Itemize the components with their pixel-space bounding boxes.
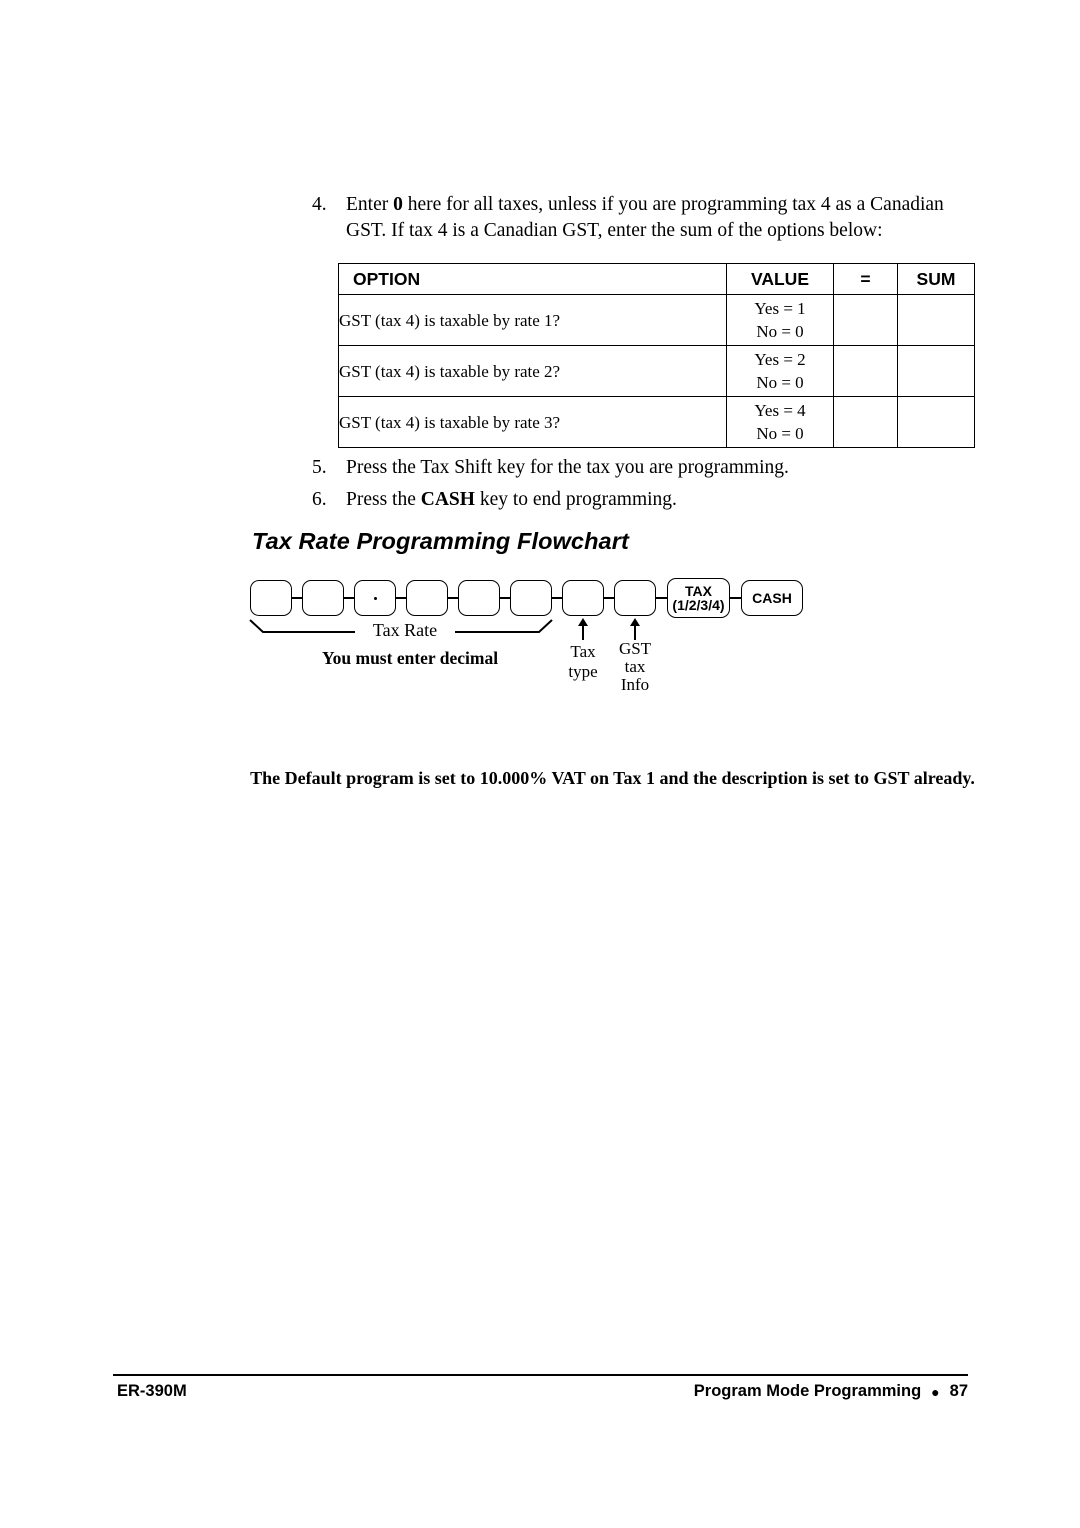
table-header-row: OPTION VALUE = SUM xyxy=(338,263,975,295)
key-gst-tax-info[interactable] xyxy=(614,580,656,616)
key-digit-3[interactable] xyxy=(406,580,448,616)
value-no: No = 0 xyxy=(756,424,804,443)
cell-equals[interactable] xyxy=(833,396,898,448)
annotation-gst-line2: tax xyxy=(624,657,646,676)
step4-text-after: here for all taxes, unless if you are pr… xyxy=(346,194,944,241)
annotation-tax-type-line1: Tax xyxy=(570,642,596,661)
key-tax-type[interactable] xyxy=(562,580,604,616)
footer-page-number: 87 xyxy=(949,1382,968,1400)
cell-sum[interactable] xyxy=(897,396,975,448)
footer-divider xyxy=(113,1374,968,1377)
document-page: 4. Enter 0 here for all taxes, unless if… xyxy=(0,0,1080,1528)
key-digit-5[interactable] xyxy=(510,580,552,616)
default-program-note: The Default program is set to 10.000% VA… xyxy=(250,768,975,788)
cell-sum[interactable] xyxy=(897,294,975,346)
tax-rate-flowchart: TAX (1/2/3/4) CASH Tax Rate You must ent… xyxy=(245,570,845,695)
step-item-4: 4. Enter 0 here for all taxes, unless if… xyxy=(312,192,972,244)
column-header-value: VALUE xyxy=(726,263,834,295)
cell-value: Yes = 1 No = 0 xyxy=(726,294,834,346)
connector xyxy=(656,597,667,599)
table-row: GST (tax 4) is taxable by rate 1? Yes = … xyxy=(338,294,975,346)
annotation-tax-type-line2: type xyxy=(568,662,598,681)
annotation-gst-tax-info: GST tax Info xyxy=(605,640,665,694)
cell-sum[interactable] xyxy=(897,345,975,397)
cell-option: GST (tax 4) is taxable by rate 2? xyxy=(338,345,727,397)
step-number: 6. xyxy=(312,489,327,510)
step6-text-before: Press the xyxy=(346,489,421,510)
step6-bold-key: CASH xyxy=(420,489,475,510)
cell-option: GST (tax 4) is taxable by rate 3? xyxy=(338,396,727,448)
key-tax-shift-line1: TAX xyxy=(685,583,712,599)
key-digit-2[interactable] xyxy=(302,580,344,616)
key-digit-4[interactable] xyxy=(458,580,500,616)
decimal-dot-icon xyxy=(373,596,377,600)
key-cash[interactable]: CASH xyxy=(741,580,803,616)
flowchart-heading: Tax Rate Programming Flowchart xyxy=(252,528,629,554)
gst-option-table: OPTION VALUE = SUM GST (tax 4) is taxabl… xyxy=(338,263,975,448)
cell-value: Yes = 2 No = 0 xyxy=(726,345,834,397)
key-tax-shift[interactable]: TAX (1/2/3/4) xyxy=(667,578,730,618)
footer-right-group: Program Mode Programming ● 87 xyxy=(694,1382,968,1401)
step4-bold-value: 0 xyxy=(393,194,403,215)
annotation-tax-type: Tax type xyxy=(553,642,613,682)
annotation-gst-line3: Info xyxy=(620,675,650,694)
table-row: GST (tax 4) is taxable by rate 2? Yes = … xyxy=(338,345,975,397)
decimal-entry-note: You must enter decimal xyxy=(321,648,499,668)
column-header-option: OPTION xyxy=(338,263,727,295)
column-header-sum: SUM xyxy=(897,263,975,295)
key-decimal-point[interactable] xyxy=(354,580,396,616)
bullet-icon: ● xyxy=(931,1383,940,1400)
step-item-6: 6. Press the CASH key to end programming… xyxy=(312,487,972,513)
key-cash-label: CASH xyxy=(752,590,792,606)
column-header-equals: = xyxy=(833,263,898,295)
cell-equals[interactable] xyxy=(833,345,898,397)
value-no: No = 0 xyxy=(756,373,804,392)
key-tax-shift-line2: (1/2/3/4) xyxy=(672,597,725,613)
step-number: 5. xyxy=(312,457,327,478)
key-digit-1[interactable] xyxy=(250,580,292,616)
annotation-gst-line1: GST xyxy=(618,639,652,658)
step-item-5: 5. Press the Tax Shift key for the tax y… xyxy=(312,455,972,481)
footer-model-name: ER-390M xyxy=(117,1382,187,1400)
value-yes: Yes = 4 xyxy=(754,401,806,420)
cell-equals[interactable] xyxy=(833,294,898,346)
step-text: Press the Tax Shift key for the tax you … xyxy=(346,457,789,478)
value-yes: Yes = 2 xyxy=(754,350,806,369)
up-arrow-icon-tax-type xyxy=(578,618,588,640)
table-row: GST (tax 4) is taxable by rate 3? Yes = … xyxy=(338,396,975,448)
value-no: No = 0 xyxy=(756,322,804,341)
step-text: Enter 0 here for all taxes, unless if yo… xyxy=(346,192,972,244)
step-number: 4. xyxy=(312,194,327,215)
step6-text-after: key to end programming. xyxy=(474,489,677,510)
tax-rate-label: Tax Rate xyxy=(355,620,455,641)
cell-option: GST (tax 4) is taxable by rate 1? xyxy=(338,294,727,346)
step4-text-before: Enter xyxy=(346,194,394,215)
connector xyxy=(730,597,741,599)
step-text: Press the CASH key to end programming. xyxy=(346,487,972,513)
key-tax-shift-label: TAX (1/2/3/4) xyxy=(672,584,724,612)
value-yes: Yes = 1 xyxy=(754,299,806,318)
up-arrow-icon-gst-tax-info xyxy=(630,618,640,640)
cell-value: Yes = 4 No = 0 xyxy=(726,396,834,448)
footer-section-name: Program Mode Programming xyxy=(693,1382,922,1400)
